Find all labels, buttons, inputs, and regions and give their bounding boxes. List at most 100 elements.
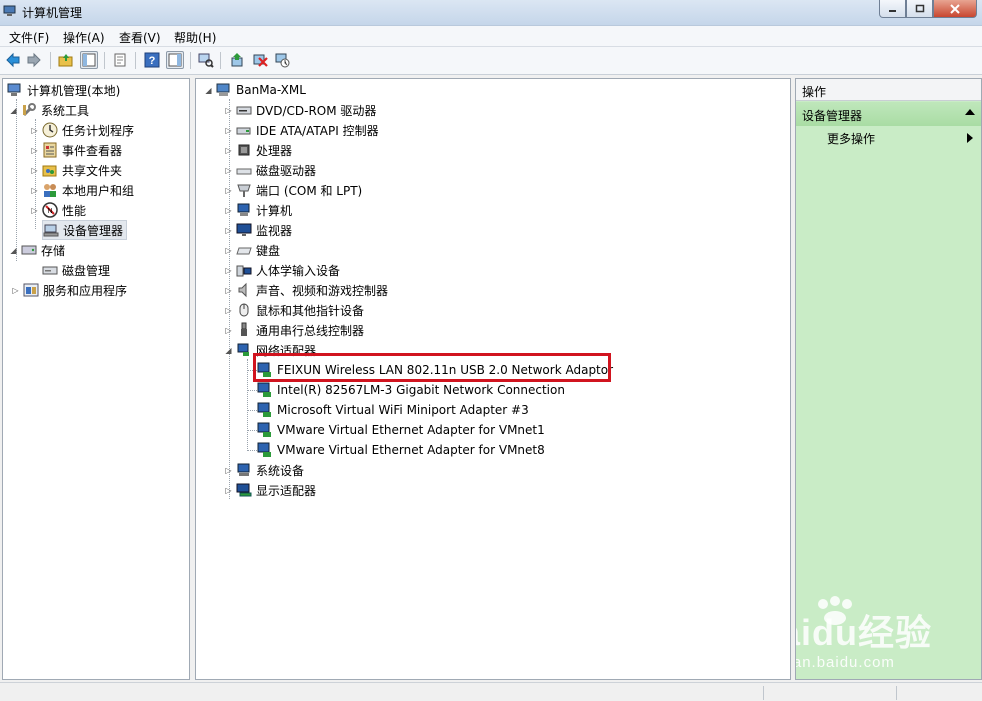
expanded-triangle-icon: ◢: [225, 345, 232, 355]
status-separator: [896, 686, 897, 700]
collapsed-triangle-icon: ▷: [225, 285, 232, 295]
more-actions-item[interactable]: 更多操作: [827, 130, 875, 147]
tree-node-task-scheduler[interactable]: ▷ 任务计划程序: [30, 120, 134, 140]
toolbar-separator: [104, 52, 105, 69]
window-title: 计算机管理: [22, 6, 83, 20]
collapsed-triangle-icon: ▷: [225, 125, 232, 135]
device-category-processor[interactable]: ▷ 处理器: [224, 140, 292, 160]
collapsed-triangle-icon: ▷: [225, 185, 232, 195]
maximize-button[interactable]: [906, 0, 933, 18]
device-category-keyboard[interactable]: ▷ 键盘: [224, 240, 280, 260]
close-button[interactable]: [933, 0, 977, 18]
keyboard-icon: [236, 242, 252, 258]
disable-device-button[interactable]: [273, 51, 291, 69]
tree-node-storage[interactable]: ◢ 存储: [9, 240, 65, 260]
action-pane-icon: [168, 53, 182, 67]
collapsed-triangle-icon: ▷: [225, 325, 232, 335]
tree-label: 存储: [41, 243, 66, 258]
tree-node-local-users[interactable]: ▷ 本地用户和组: [30, 180, 134, 200]
category-label: 计算机: [256, 203, 293, 218]
update-driver-icon: [231, 53, 243, 67]
up-level-button[interactable]: [57, 51, 75, 69]
network-adapter-item[interactable]: Microsoft Virtual WiFi Miniport Adapter …: [257, 400, 529, 420]
menu-file[interactable]: 文件(F): [9, 29, 49, 46]
adapter-label: VMware Virtual Ethernet Adapter for VMne…: [277, 443, 545, 457]
network-adapter-item[interactable]: VMware Virtual Ethernet Adapter for VMne…: [257, 420, 545, 440]
tree-node-shared-folders[interactable]: ▷ 共享文件夹: [30, 160, 122, 180]
back-button[interactable]: [4, 51, 22, 69]
device-category-usb[interactable]: ▷ 通用串行总线控制器: [224, 320, 364, 340]
root-label: BanMa-XML: [236, 83, 306, 97]
tree-node-services-apps[interactable]: ▷ 服务和应用程序: [11, 280, 127, 300]
tree-node-system-tools[interactable]: ◢ 系统工具: [9, 100, 89, 120]
category-label: 处理器: [256, 143, 293, 158]
device-category-display[interactable]: ▷ 显示适配器: [224, 480, 316, 500]
computer-icon: [236, 202, 252, 218]
forward-button[interactable]: [25, 51, 43, 69]
category-label: 磁盘驱动器: [256, 163, 317, 178]
tree-node-computer-management[interactable]: 计算机管理(本地): [7, 80, 120, 100]
uninstall-button[interactable]: [251, 51, 269, 69]
system-tools-icon: [21, 102, 37, 118]
tree-label: 本地用户和组: [62, 183, 135, 198]
arrow-right-icon: [27, 52, 41, 68]
watermark-logo: Baidu经验: [796, 612, 933, 653]
device-category-system[interactable]: ▷ 系统设备: [224, 460, 304, 480]
menu-help[interactable]: 帮助(H): [174, 29, 216, 46]
scan-hardware-button[interactable]: [197, 51, 215, 69]
properties-button[interactable]: [111, 51, 129, 69]
tree-node-disk-management[interactable]: 磁盘管理: [42, 260, 110, 280]
device-category-monitor[interactable]: ▷ 监视器: [224, 220, 292, 240]
collapse-up-icon[interactable]: [965, 109, 975, 115]
device-tree-root[interactable]: ◢ BanMa-XML: [204, 80, 306, 100]
network-adapter-icon: [236, 342, 252, 358]
svg-text:?: ?: [149, 55, 156, 67]
port-icon: [236, 182, 252, 198]
category-label: 通用串行总线控制器: [256, 323, 365, 338]
collapsed-triangle-icon: ▷: [31, 165, 38, 175]
device-category-hid[interactable]: ▷ 人体学输入设备: [224, 260, 340, 280]
tree-node-event-viewer[interactable]: ▷ 事件查看器: [30, 140, 122, 160]
help-button[interactable]: ?: [143, 51, 161, 69]
device-category-computer[interactable]: ▷ 计算机: [224, 200, 292, 220]
network-adapter-item[interactable]: VMware Virtual Ethernet Adapter for VMne…: [257, 440, 545, 460]
device-category-sound[interactable]: ▷ 声音、视频和游戏控制器: [224, 280, 388, 300]
tree-node-device-manager[interactable]: 设备管理器: [42, 220, 128, 240]
network-adapter-item[interactable]: Intel(R) 82567LM-3 Gigabit Network Conne…: [257, 380, 565, 400]
show-hide-tree-button[interactable]: [80, 51, 98, 69]
menu-action[interactable]: 操作(A): [63, 29, 105, 46]
menu-view[interactable]: 查看(V): [119, 29, 161, 46]
update-driver-button[interactable]: [228, 51, 246, 69]
disk-drive-icon: [236, 162, 252, 178]
collapsed-triangle-icon: ▷: [225, 265, 232, 275]
expanded-triangle-icon: ◢: [10, 105, 17, 115]
tree-line: [247, 390, 257, 391]
tree-line: [247, 359, 248, 451]
show-action-pane-button[interactable]: [166, 51, 184, 69]
minimize-icon: [888, 9, 896, 12]
hid-icon: [236, 262, 252, 278]
expanded-triangle-icon: ◢: [205, 85, 212, 95]
clock-icon: [42, 122, 58, 138]
collapsed-triangle-icon: ▷: [31, 125, 38, 135]
tree-label: 磁盘管理: [62, 263, 111, 278]
device-category-ports[interactable]: ▷ 端口 (COM 和 LPT): [224, 180, 362, 200]
tree-node-performance[interactable]: ▷ N 性能: [30, 200, 86, 220]
device-category-disk-drives[interactable]: ▷ 磁盘驱动器: [224, 160, 316, 180]
collapsed-triangle-icon: ▷: [31, 185, 38, 195]
device-category-dvd[interactable]: ▷ DVD/CD-ROM 驱动器: [224, 100, 376, 120]
device-category-mouse[interactable]: ▷ 鼠标和其他指针设备: [224, 300, 364, 320]
maximize-icon: [915, 4, 924, 12]
toolbar-separator: [50, 52, 51, 69]
device-category-ide[interactable]: ▷ IDE ATA/ATAPI 控制器: [224, 120, 378, 140]
collapsed-triangle-icon: ▷: [225, 225, 232, 235]
collapsed-triangle-icon: ▷: [225, 105, 232, 115]
minimize-button[interactable]: [879, 0, 906, 18]
red-highlight-box: [253, 353, 611, 382]
category-label: 键盘: [256, 243, 281, 258]
tree-label: 事件查看器: [62, 143, 123, 158]
network-adapter-icon: [257, 402, 273, 418]
tree-line: [247, 410, 257, 411]
action-group-device-manager[interactable]: 设备管理器: [796, 102, 981, 126]
adapter-label: Intel(R) 82567LM-3 Gigabit Network Conne…: [277, 383, 565, 397]
